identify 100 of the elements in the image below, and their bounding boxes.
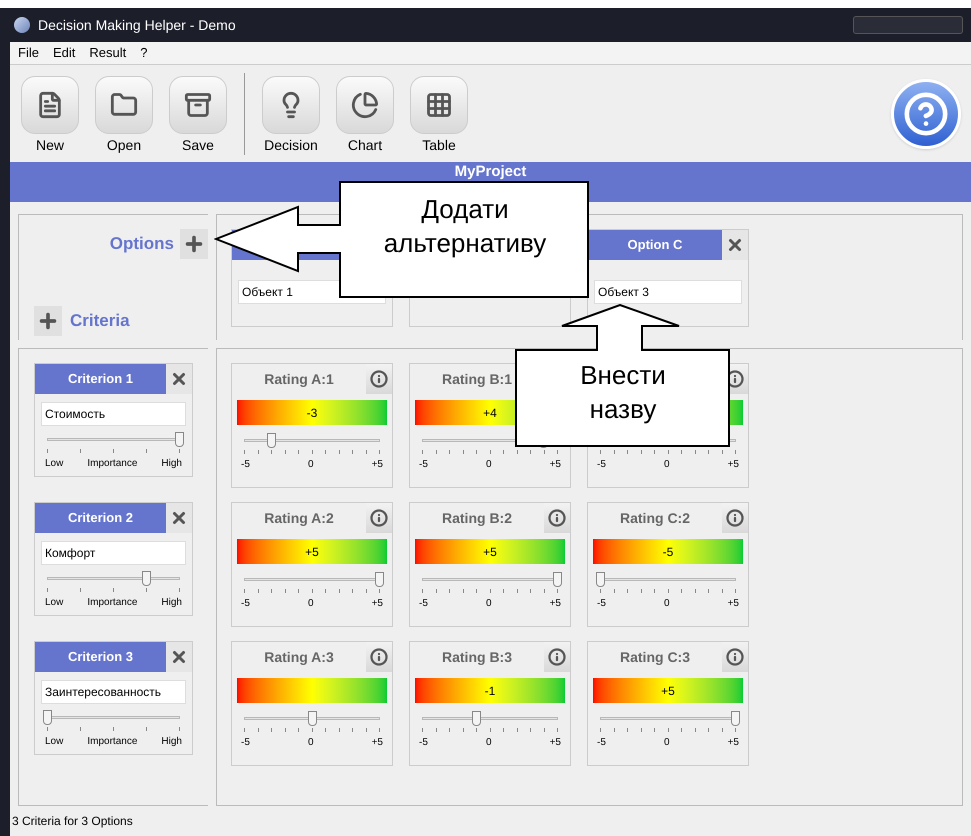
grid-icon [425, 90, 453, 118]
info-icon [726, 509, 744, 527]
info-icon [548, 648, 566, 666]
rating-value: +5 [483, 544, 497, 560]
slider-label: 0 [664, 736, 670, 750]
slider-label: High [161, 596, 182, 610]
info-icon [370, 370, 388, 388]
plus-icon [37, 310, 59, 332]
slider-label: +5 [372, 458, 383, 472]
add-criterion-button[interactable] [34, 306, 62, 336]
slider-label: 0 [486, 736, 492, 750]
rating-title: Rating C:2 [620, 508, 690, 528]
criterion-title: Criterion 1 [68, 370, 133, 388]
slider-label: Importance [87, 457, 138, 471]
menu-item[interactable]: ? [140, 43, 148, 63]
remove-criterion-button[interactable] [166, 503, 192, 533]
options-label: Options [110, 233, 174, 256]
close-icon [170, 370, 188, 388]
criterion-name-field[interactable]: Комфорт [41, 541, 186, 565]
slider-thumb[interactable] [308, 711, 316, 726]
slider-label: +5 [728, 458, 739, 472]
window-title: Decision Making Helper - Demo [38, 16, 236, 35]
slider-label: High [161, 735, 182, 749]
criterion-title: Criterion 3 [68, 648, 133, 666]
slider-label: -5 [597, 458, 606, 472]
slider-label: -5 [597, 736, 606, 750]
callout-text: Додати альтернативу [382, 193, 548, 260]
slider-label: 0 [664, 597, 670, 611]
rating-title: Rating A:2 [264, 508, 334, 528]
app-icon [14, 17, 30, 33]
slider-label: +5 [550, 597, 561, 611]
status-text: 3 Criteria for 3 Options [12, 813, 133, 830]
project-title: MyProject [454, 163, 526, 182]
rating-value: -1 [484, 682, 496, 700]
slider-label: 0 [664, 458, 670, 472]
rating-value: +4 [483, 404, 497, 422]
slider-thumb[interactable] [142, 571, 151, 586]
criterion-name-field[interactable]: Стоимость [41, 402, 186, 426]
close-icon [170, 648, 188, 666]
slider-thumb[interactable] [553, 572, 562, 587]
criterion-title: Criterion 2 [68, 509, 133, 528]
option-name-field[interactable]: Объект 3 [594, 280, 742, 304]
slider-label: Importance [87, 735, 138, 749]
slider-label: +5 [728, 597, 739, 611]
remove-criterion-button[interactable] [166, 364, 192, 394]
slider-label: -5 [241, 458, 250, 472]
close-icon [726, 236, 744, 254]
rating-title: Rating A:1 [264, 370, 334, 389]
info-icon [370, 509, 388, 527]
slider-label: -5 [419, 597, 428, 611]
rating-title: Rating B:1 [442, 370, 512, 389]
plus-icon [183, 233, 205, 255]
info-icon [370, 648, 388, 666]
rating-value: +5 [305, 544, 319, 560]
menu-item[interactable]: File [18, 43, 39, 63]
slider-thumb[interactable] [375, 572, 384, 587]
criterion-name-field[interactable]: Заинтересованность [41, 680, 186, 704]
rating-value: -3 [306, 404, 318, 422]
rating-value: -5 [662, 544, 674, 560]
slider-label: +5 [372, 597, 383, 611]
add-option-button[interactable] [180, 229, 208, 259]
rating-value: +5 [661, 682, 675, 700]
slider-label: -5 [419, 458, 428, 472]
slider-label: -5 [241, 736, 250, 750]
slider-label: 0 [308, 458, 314, 472]
slider-label: +5 [728, 736, 739, 750]
slider-label: 0 [308, 736, 314, 750]
slider-label: +5 [550, 458, 561, 472]
slider-label: -5 [597, 597, 606, 611]
archive-icon [184, 90, 212, 118]
slider-label: -5 [419, 736, 428, 750]
rating-title: Rating B:3 [442, 648, 512, 667]
slider-thumb[interactable] [267, 433, 276, 448]
slider-thumb[interactable] [175, 432, 184, 447]
slider-thumb[interactable] [731, 711, 740, 726]
help-icon[interactable] [891, 78, 961, 148]
slider-thumb[interactable] [472, 711, 481, 726]
close-icon [170, 509, 188, 527]
menu-item[interactable]: Result [89, 43, 126, 63]
slider-thumb[interactable] [43, 710, 52, 725]
criteria-label: Criteria [70, 310, 130, 332]
slider-label: Importance [87, 596, 138, 610]
menu-item[interactable]: Edit [52, 43, 76, 63]
slider-thumb[interactable] [596, 572, 605, 587]
slider-label: 0 [308, 597, 314, 611]
remove-criterion-button[interactable] [166, 642, 192, 672]
window-controls-icon[interactable] [853, 16, 963, 34]
slider-label: +5 [550, 736, 561, 750]
slider-label: +5 [372, 736, 383, 750]
remove-option-button[interactable] [722, 230, 748, 260]
slider-label: 0 [486, 597, 492, 611]
info-icon [548, 509, 566, 527]
option-title: Option C [628, 236, 682, 254]
info-icon [726, 648, 744, 666]
slider-label: Low [45, 596, 64, 610]
callout-text: Внести назву [579, 359, 667, 426]
slider-label: Low [45, 457, 64, 471]
rating-title: Rating A:3 [264, 648, 334, 667]
slider-label: -5 [241, 597, 250, 611]
slider-label: Low [45, 735, 64, 749]
